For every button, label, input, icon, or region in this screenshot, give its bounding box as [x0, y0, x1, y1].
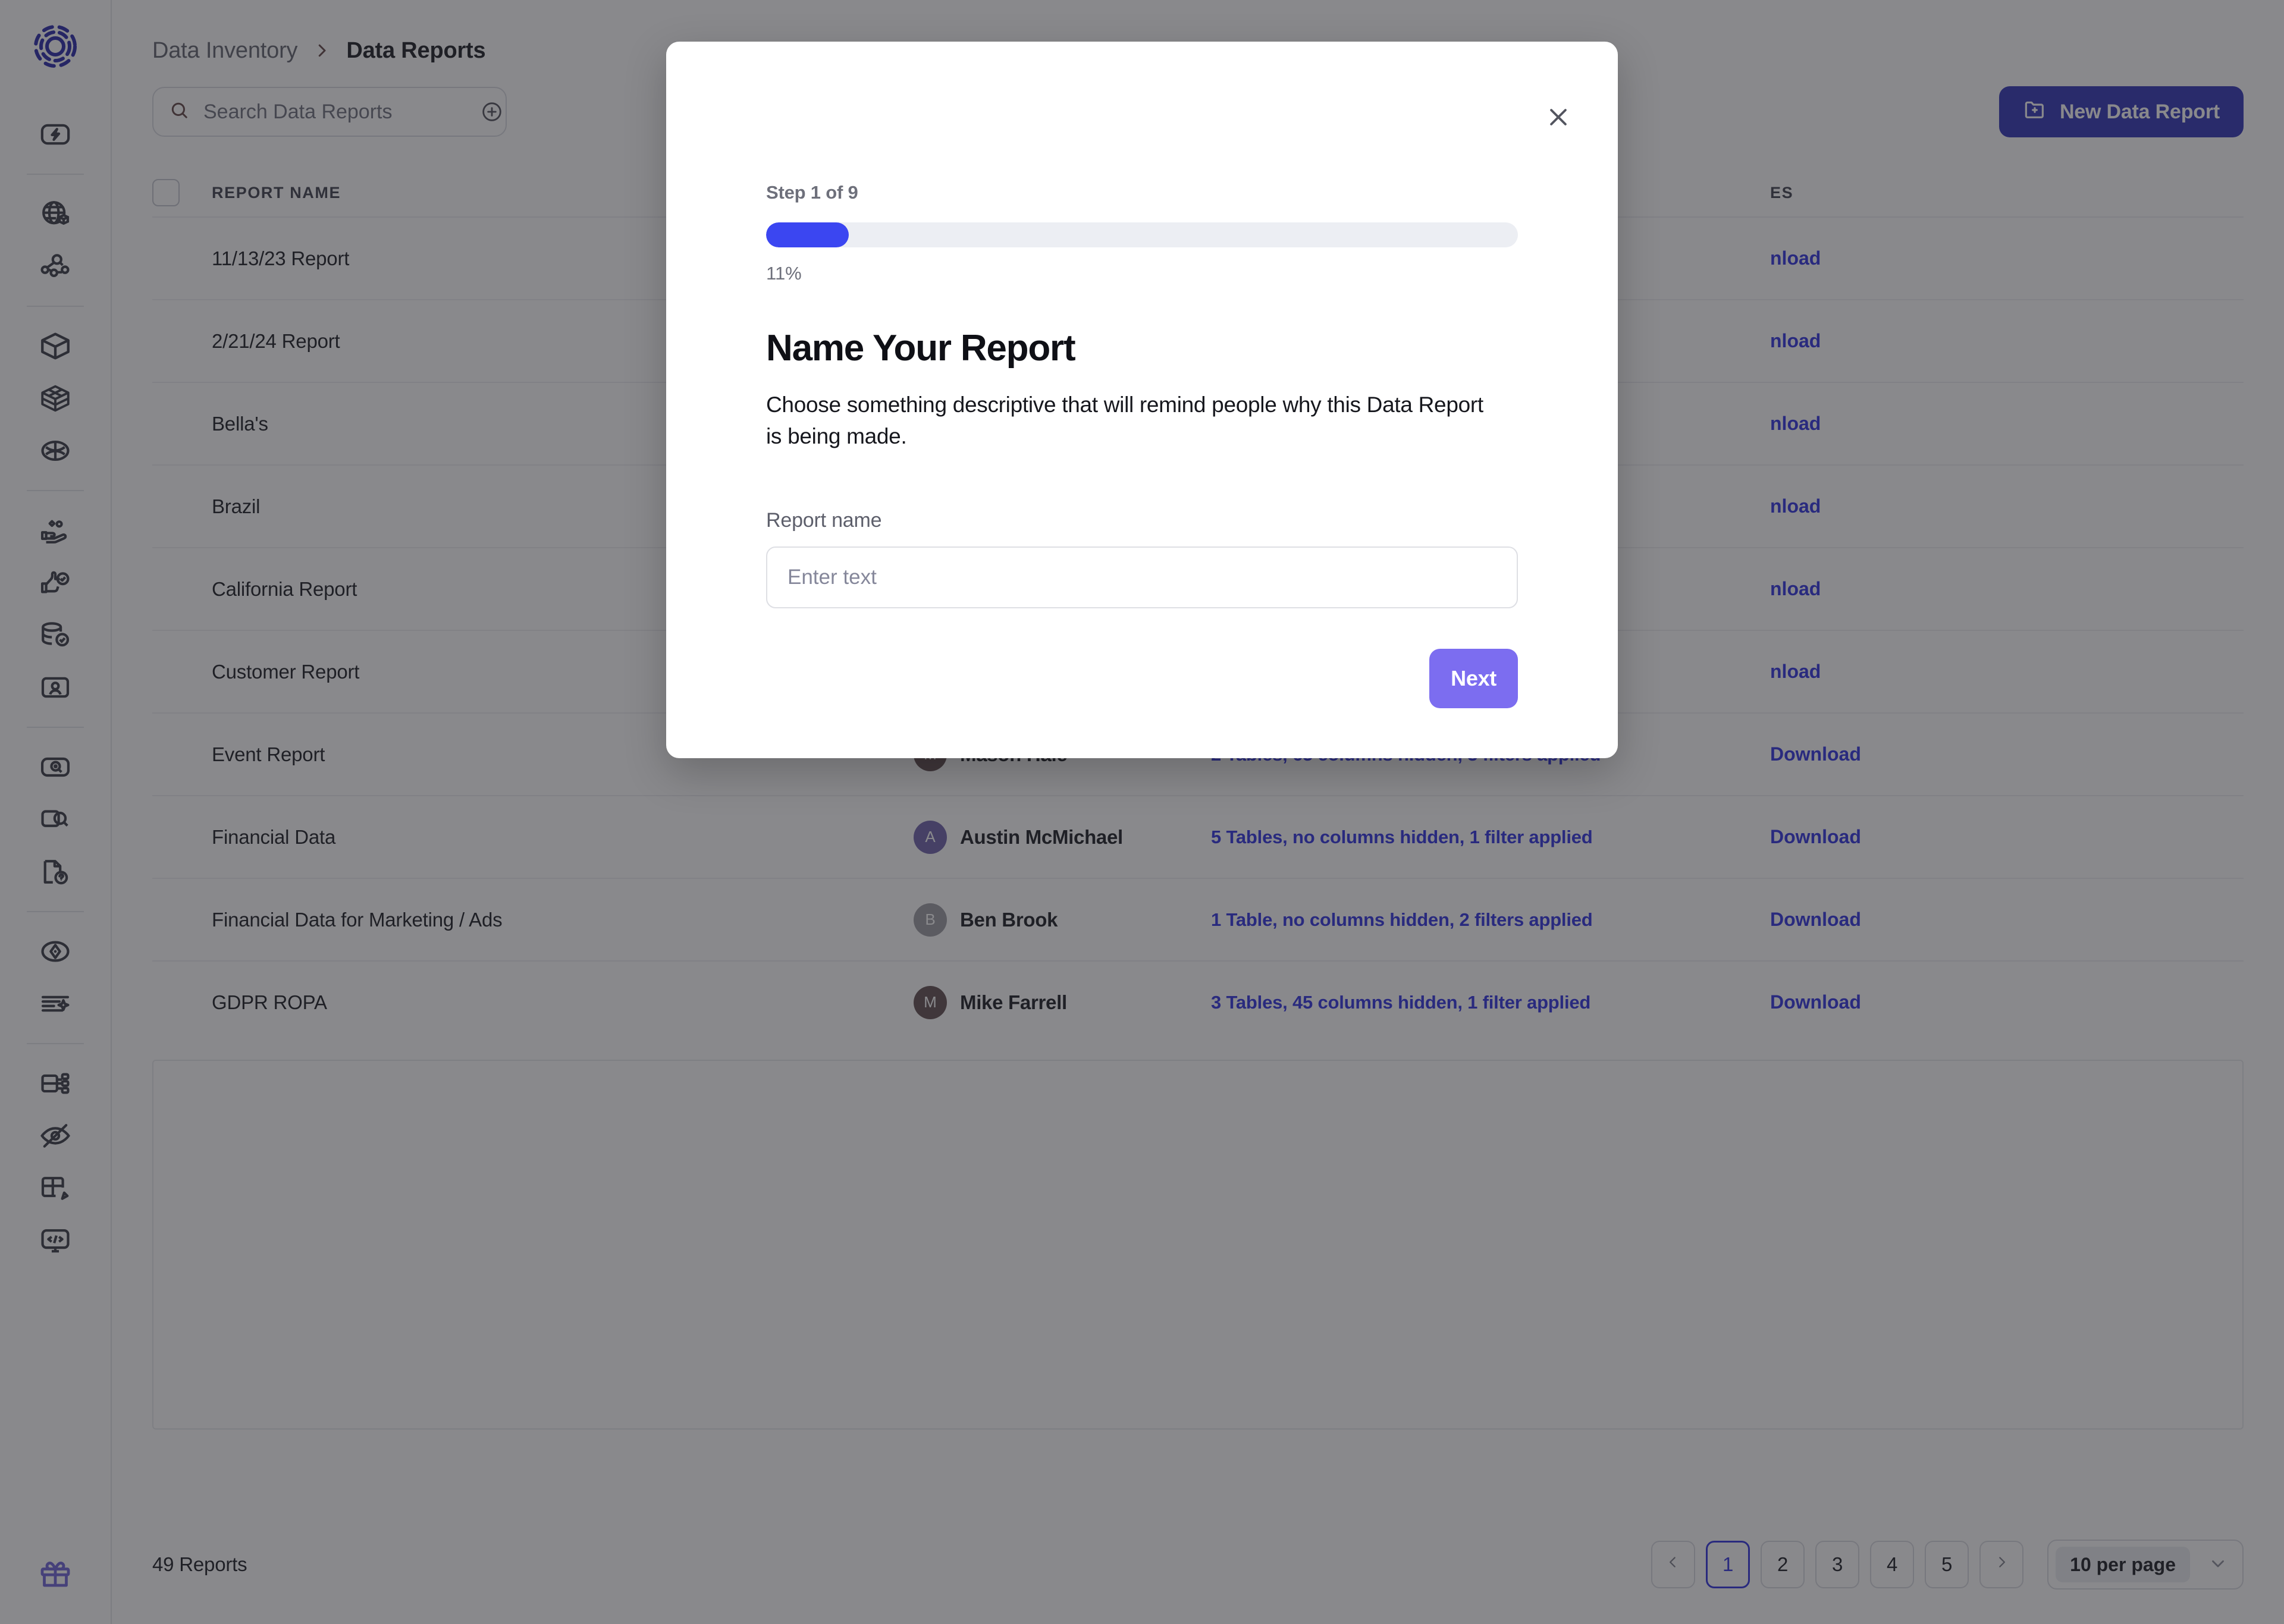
- progress-percent-label: 11%: [766, 263, 802, 284]
- close-icon: [1545, 103, 1572, 133]
- modal-close-button[interactable]: [1537, 96, 1580, 139]
- create-report-modal: Step 1 of 9 11% Name Your Report Choose …: [666, 42, 1618, 759]
- report-name-input[interactable]: [766, 546, 1518, 609]
- app-root: Data Inventory Data Reports: [0, 0, 2284, 1624]
- step-label: Step 1 of 9: [766, 182, 858, 203]
- progress-bar-fill: [766, 222, 849, 247]
- modal-body: Step 1 of 9 11% Name Your Report Choose …: [666, 42, 1618, 758]
- modal-title: Name Your Report: [766, 328, 1076, 369]
- next-button[interactable]: Next: [1429, 649, 1518, 709]
- progress-bar-track: [766, 222, 1518, 247]
- modal-subtitle: Choose something descriptive that will r…: [766, 392, 1483, 448]
- modal-actions: Next: [766, 649, 1518, 709]
- report-name-label: Report name: [766, 509, 882, 532]
